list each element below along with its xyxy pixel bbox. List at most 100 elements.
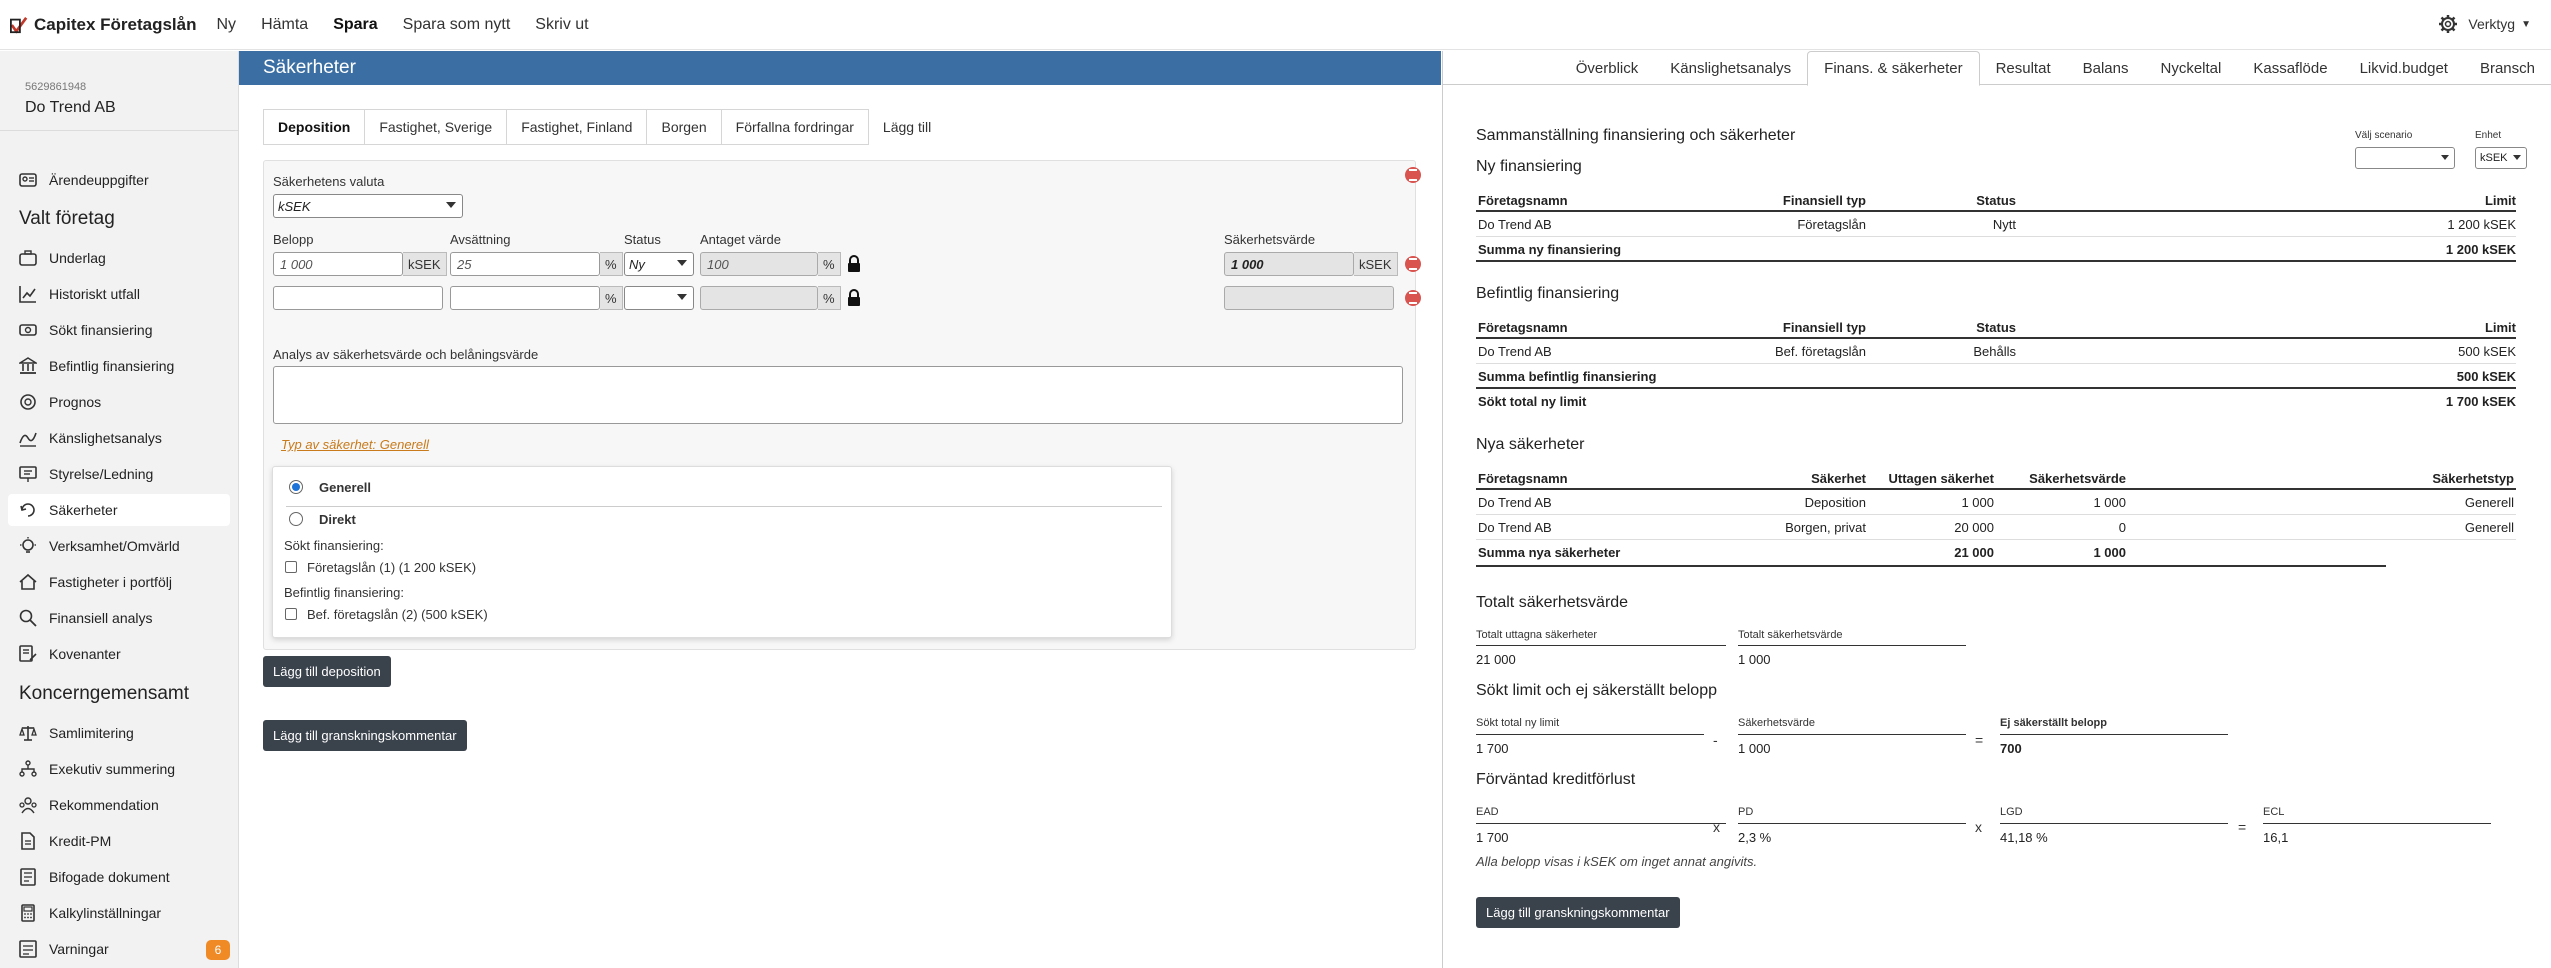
sidebar-item-styrelse[interactable]: Styrelse/Ledning — [8, 458, 230, 490]
sidebar-item-sokt[interactable]: Sökt finansiering — [8, 314, 230, 346]
sidebar-item-sakerheter[interactable]: Säkerheter — [8, 494, 230, 526]
sidebar-item-label: Bifogade dokument — [49, 869, 170, 885]
status-label: Status — [624, 232, 661, 247]
remove-collateral-icon[interactable] — [1405, 167, 1421, 183]
ny-finansiering-title: Ny finansiering — [1476, 158, 1582, 175]
tools-menu[interactable]: Verktyg ▼ — [2438, 14, 2531, 34]
analysis-textarea[interactable] — [273, 366, 1403, 424]
total-uttagna-label: Totalt uttagna säkerheter — [1476, 629, 1598, 641]
unit-select[interactable]: kSEK — [2475, 147, 2527, 169]
add-review-comment-button-right[interactable]: Lägg till granskningskommentar — [1476, 897, 1680, 928]
add-review-comment-button[interactable]: Lägg till granskningskommentar — [263, 720, 467, 751]
attachment-icon — [20, 868, 36, 886]
cell: 0 — [2118, 520, 2126, 535]
avsattning-input[interactable]: 25 — [450, 252, 600, 276]
section-heading-valt-foretag: Valt företag — [19, 208, 115, 229]
sidebar-item-befintlig[interactable]: Befintlig finansiering — [8, 350, 230, 382]
menu-skriv-ut[interactable]: Skriv ut — [535, 16, 588, 34]
sidebar-item-varningar[interactable]: Varningar 6 — [8, 933, 230, 965]
top-bar: Capitex Företagslån Ny Hämta Spara Spara… — [0, 0, 2551, 50]
lock-icon[interactable] — [847, 289, 861, 307]
sidebar-item-samlimitering[interactable]: Samlimitering — [8, 717, 230, 749]
chevron-down-icon — [2441, 155, 2449, 160]
tab-deposition[interactable]: Deposition — [263, 109, 366, 145]
col-limit: Limit — [2484, 320, 2516, 335]
col-uttagen: Uttagen säkerhet — [1888, 471, 1994, 486]
menu-ny[interactable]: Ny — [217, 16, 237, 34]
add-deposition-button[interactable]: Lägg till deposition — [263, 656, 391, 687]
bef-label: Befintlig finansiering: — [284, 585, 404, 600]
menu-spara[interactable]: Spara — [333, 16, 377, 34]
collateral-type-link[interactable]: Typ av säkerhet: Generell — [281, 437, 429, 452]
document-edit-icon — [19, 645, 37, 662]
status-select-2[interactable] — [624, 286, 694, 310]
chart-icon — [19, 286, 36, 303]
sum-value: 1 200 kSEK — [2445, 242, 2516, 257]
tab-fastighet-sverige[interactable]: Fastighet, Sverige — [365, 109, 508, 145]
board-icon — [19, 466, 37, 482]
menu-hamta[interactable]: Hämta — [261, 16, 308, 34]
lightbulb-icon — [20, 537, 36, 553]
sidebar-item-kovenanter[interactable]: Kovenanter — [8, 638, 230, 670]
sidebar-item-kanslighet[interactable]: Känslighetsanalys — [8, 422, 230, 454]
sidebar-item-underlag[interactable]: Underlag — [8, 242, 230, 274]
total-value: 1 700 kSEK — [2445, 394, 2516, 409]
warning-list-icon — [19, 940, 37, 958]
ej-sakerstallt-value: 700 — [2000, 741, 2022, 756]
multiply-operator: x — [1713, 819, 1720, 835]
sidebar-item-kalkyl[interactable]: Kalkylinställningar — [8, 897, 230, 929]
table-row: Do Trend AB Borgen, privat 20 000 0 Gene… — [1476, 515, 2516, 540]
checkbox-foretagslan[interactable] — [285, 561, 297, 573]
sidebar-item-rekommendation[interactable]: Rekommendation — [8, 789, 230, 821]
tab-likvid-budget[interactable]: Likvid.budget — [2344, 51, 2464, 85]
scenario-select[interactable] — [2355, 147, 2455, 169]
antaget-unit: % — [818, 252, 841, 276]
sidebar-item-verksamhet[interactable]: Verksamhet/Omvärld — [8, 530, 230, 562]
tab-balans[interactable]: Balans — [2067, 51, 2145, 85]
chevron-down-icon — [2513, 155, 2521, 160]
sakerhetsvarde-label: Säkerhetsvärde — [1224, 232, 1316, 247]
brand[interactable]: Capitex Företagslån — [10, 15, 197, 35]
menu-spara-som-nytt[interactable]: Spara som nytt — [403, 16, 511, 34]
lock-icon[interactable] — [847, 255, 861, 273]
tab-finans-sakerheter[interactable]: Finans. & säkerheter — [1807, 51, 1980, 86]
cell: Generell — [2464, 495, 2514, 510]
tab-nyckeltal[interactable]: Nyckeltal — [2144, 51, 2237, 85]
tab-kanslighetsanalys[interactable]: Känslighetsanalys — [1654, 51, 1807, 85]
section-heading-koncern: Koncerngemensamt — [19, 683, 190, 704]
tab-overblick[interactable]: Överblick — [1560, 51, 1655, 85]
col-foretagsnamn: Företagsnamn — [1478, 320, 1568, 335]
currency-select[interactable]: kSEK — [273, 194, 463, 218]
status-select[interactable]: Ny — [624, 252, 694, 276]
tab-resultat[interactable]: Resultat — [1980, 51, 2067, 85]
tab-kassaflode[interactable]: Kassaflöde — [2237, 51, 2343, 85]
sum-value: 500 kSEK — [2456, 369, 2516, 384]
add-tab-link[interactable]: Lägg till — [868, 109, 946, 145]
checkbox-bef-foretagslan[interactable] — [285, 608, 297, 620]
gear-icon — [2439, 15, 2458, 33]
radio-direkt[interactable] — [289, 512, 303, 526]
sidebar-item-prognos[interactable]: Prognos — [8, 386, 230, 418]
tab-borgen[interactable]: Borgen — [647, 109, 722, 145]
sidebar-item-exekutiv[interactable]: Exekutiv summering — [8, 753, 230, 785]
remove-row-icon[interactable] — [1405, 290, 1421, 306]
sidebar-item-arende[interactable]: Ärendeuppgifter — [8, 164, 230, 196]
tab-forfallna-fordringar[interactable]: Förfallna fordringar — [721, 109, 869, 145]
sidebar-item-bifogade[interactable]: Bifogade dokument — [8, 861, 230, 893]
sidebar-item-finansiell[interactable]: Finansiell analys — [8, 602, 230, 634]
sidebar-item-historiskt[interactable]: Historiskt utfall — [8, 278, 230, 310]
avsattning-input-2[interactable] — [450, 286, 600, 310]
radio-generell[interactable] — [289, 480, 303, 494]
tab-fastighet-finland[interactable]: Fastighet, Finland — [507, 109, 648, 145]
belopp-input-2[interactable] — [273, 286, 443, 310]
table-sum-row: Summa ny finansiering 1 200 kSEK — [1476, 237, 2516, 262]
field-line — [2000, 823, 2228, 824]
col-limit: Limit — [2484, 193, 2516, 208]
belopp-input[interactable]: 1 000 — [273, 252, 403, 276]
remove-row-icon[interactable] — [1405, 256, 1421, 272]
pd-label: PD — [1738, 806, 1754, 818]
sum-varde: 1 000 — [2093, 545, 2126, 560]
sidebar-item-kreditpm[interactable]: Kredit-PM — [8, 825, 230, 857]
tab-bransch[interactable]: Bransch — [2464, 51, 2551, 85]
sidebar-item-fastigheter[interactable]: Fastigheter i portfölj — [8, 566, 230, 598]
